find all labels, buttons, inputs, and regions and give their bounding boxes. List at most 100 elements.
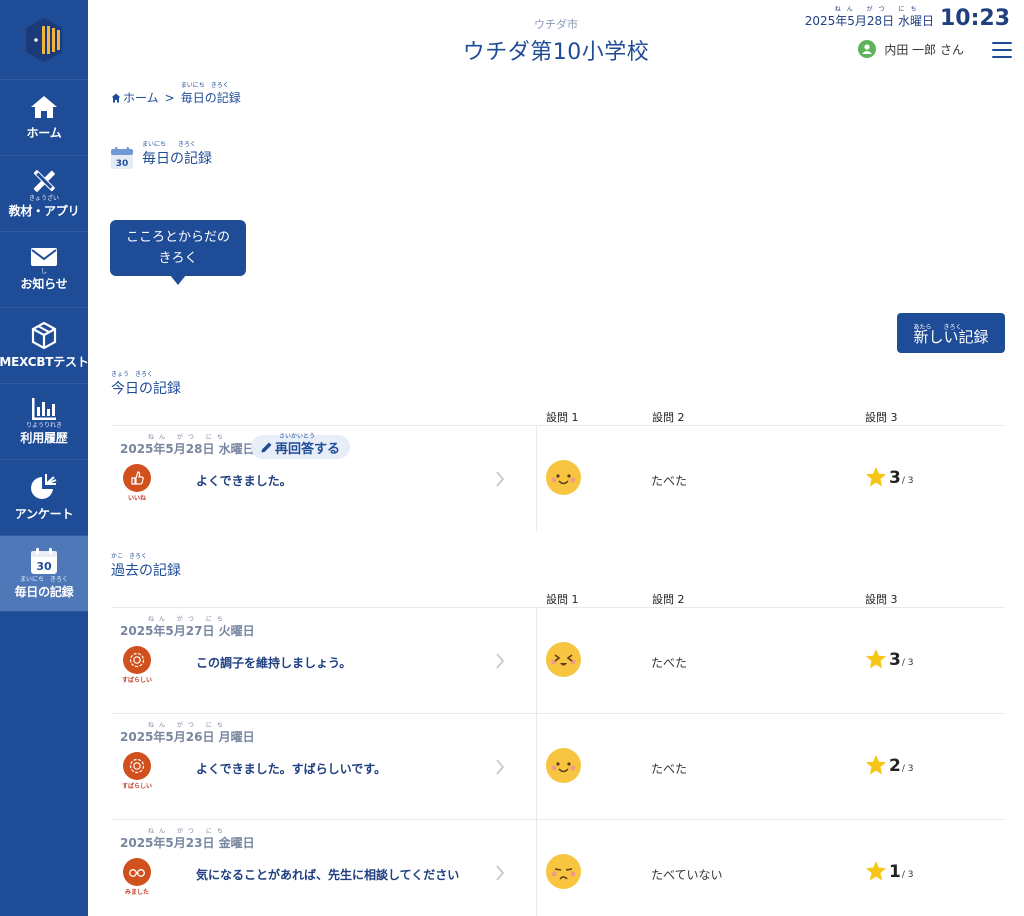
new-record-label-wrap: あたら きろく 新しい記録 <box>913 324 988 347</box>
past-title-label: 過去の記録 <box>111 563 181 579</box>
row-summary: ねん がつ にち 2025年5月28日 水曜日 さいかいとう 再回答する いいね… <box>111 426 537 531</box>
reanswer-button[interactable]: さいかいとう 再回答する <box>251 433 351 459</box>
user-name: 内田 一郎 さん <box>884 42 964 57</box>
stamp-circle <box>123 464 151 492</box>
date-text: 2025年5月28日 水曜日 <box>804 14 934 28</box>
sidebar: ホーム きょうざい 教材・アプリ し お知らせ MEXCBTテスト りようりれき… <box>0 0 89 916</box>
sidebar-item-label: ホーム <box>26 126 62 140</box>
row-date-ruby: ねん がつ にち <box>148 434 228 441</box>
face-happy <box>546 460 581 495</box>
row-date-text: 2025年5月27日 火曜日 <box>120 624 255 638</box>
answer-q2: たべた <box>651 762 688 776</box>
tab-mind-body-record[interactable]: こころとからだの きろく <box>110 220 246 285</box>
page-title: 30 まいにち きろく 毎日の記録 <box>110 141 212 170</box>
today-title-wrap: きょう きろく 今日の記録 <box>111 371 181 398</box>
current-time: 10:23 <box>939 6 1010 31</box>
score-value: 3 <box>889 650 901 670</box>
teacher-comment: よくできました。 <box>196 474 292 488</box>
calendar-icon: 30 <box>111 147 133 169</box>
column-header-q3: 設問 3 <box>865 411 898 424</box>
answer-q3: 3 / 3 <box>865 466 913 488</box>
thumbs-up-icon <box>131 471 144 485</box>
today-title-ruby: きょう きろく <box>111 371 154 378</box>
chevron-right-icon <box>496 471 505 487</box>
flower-icon <box>129 758 145 774</box>
new-record-ruby: あたら きろく <box>913 323 962 331</box>
stamp-circle <box>123 858 151 886</box>
row-summary: ねん がつ にち 2025年5月23日 金曜日 みました 気になることがあれば、… <box>111 820 537 916</box>
breadcrumb: ホーム > まいにち きろく 毎日の記録 <box>111 82 241 106</box>
column-header-q2: 設問 2 <box>652 411 685 424</box>
sidebar-item-materials[interactable]: きょうざい 教材・アプリ <box>0 156 88 232</box>
home-icon <box>111 93 121 102</box>
sidebar-item-label: 利用履歴 <box>20 431 68 445</box>
user-info[interactable]: 内田 一郎 さん <box>858 40 964 58</box>
score-value: 3 <box>889 468 901 488</box>
today-title-label: 今日の記録 <box>111 381 181 397</box>
table-row[interactable]: ねん がつ にち 2025年5月23日 金曜日 みました 気になることがあれば、… <box>111 819 1005 916</box>
score-max: / 3 <box>901 658 914 668</box>
pie-chart-icon <box>31 474 57 499</box>
menu-button[interactable] <box>992 42 1012 63</box>
datetime: ねん がつ にち 2025年5月28日 水曜日 10:23 <box>805 6 1010 31</box>
answer-q3: 1 / 3 <box>865 860 913 882</box>
breadcrumb-current-label: 毎日の記録 <box>180 91 241 105</box>
avatar <box>858 40 877 58</box>
chevron-right-icon <box>496 865 505 881</box>
tab-label-line2: きろく <box>158 251 198 266</box>
breadcrumb-ruby: まいにち きろく <box>180 82 229 89</box>
sidebar-item-notices[interactable]: し お知らせ <box>0 232 88 308</box>
sidebar-item-daily-record[interactable]: 30 まいにち きろく 毎日の記録 <box>0 536 88 612</box>
calendar-icon: 30 <box>31 548 57 574</box>
face-unhappy <box>546 854 581 889</box>
score-max: / 3 <box>901 476 914 486</box>
menu-line <box>992 56 1012 58</box>
answer-q3: 2 / 3 <box>865 754 913 776</box>
row-date-text: 2025年5月26日 月曜日 <box>120 730 255 744</box>
column-header-q1: 設問 1 <box>546 593 579 606</box>
reanswer-label: 再回答する <box>275 441 341 457</box>
new-record-button[interactable]: あたら きろく 新しい記録 <box>897 313 1005 353</box>
stamp-circle <box>123 752 151 780</box>
sidebar-item-label: MEXCBTテスト <box>0 355 89 369</box>
star-icon <box>866 861 886 881</box>
page-title-label-wrap: まいにち きろく 毎日の記録 <box>142 141 212 168</box>
sidebar-item-home[interactable]: ホーム <box>0 80 88 156</box>
score-value: 1 <box>889 862 901 882</box>
row-date-ruby: ねん がつ にち <box>148 616 228 623</box>
home-icon <box>31 96 57 118</box>
stamp: いいね <box>122 464 152 504</box>
breadcrumb-home-link[interactable]: ホーム <box>123 89 159 106</box>
stamp: すばらしい <box>122 752 152 792</box>
row-date: ねん がつ にち 2025年5月23日 金曜日 <box>120 828 255 851</box>
svg-text:30: 30 <box>36 560 52 573</box>
stamp-text: すばらしい <box>122 783 153 790</box>
table-row[interactable]: ねん がつ にち 2025年5月28日 水曜日 さいかいとう 再回答する いいね… <box>111 425 1005 531</box>
row-summary: ねん がつ にち 2025年5月26日 月曜日 すばらしい よくできました。すば… <box>111 714 537 819</box>
face-very-happy <box>546 642 581 677</box>
column-header-q1: 設問 1 <box>546 411 579 424</box>
current-date: ねん がつ にち 2025年5月28日 水曜日 <box>804 6 934 31</box>
past-title-ruby: かこ きろく <box>111 553 148 560</box>
score-max: / 3 <box>901 764 914 774</box>
row-date: ねん がつ にち 2025年5月26日 月曜日 <box>120 722 255 745</box>
table-row[interactable]: ねん がつ にち 2025年5月26日 月曜日 すばらしい よくできました。すば… <box>111 713 1005 819</box>
score-value: 2 <box>889 756 901 776</box>
table-row[interactable]: ねん がつ にち 2025年5月27日 火曜日 すばらしい この調子を維持しまし… <box>111 607 1005 713</box>
sidebar-item-mexcbt[interactable]: MEXCBTテスト <box>0 308 89 384</box>
flower-icon <box>129 652 145 668</box>
sad-face-icon <box>551 868 576 880</box>
menu-line <box>992 42 1012 44</box>
answer-q3: 3 / 3 <box>865 648 913 670</box>
row-date: ねん がつ にち 2025年5月27日 火曜日 <box>120 616 255 639</box>
chevron-right-icon <box>496 653 505 669</box>
sidebar-item-survey[interactable]: アンケート <box>0 460 88 536</box>
row-date-ruby: ねん がつ にち <box>148 828 228 835</box>
stamp: すばらしい <box>122 646 152 686</box>
page-title-label: 毎日の記録 <box>142 151 212 167</box>
mail-icon <box>31 248 57 266</box>
cube-icon <box>31 321 57 349</box>
svg-text:30: 30 <box>116 159 129 169</box>
stamp-text: いいね <box>127 495 146 502</box>
sidebar-item-usage-history[interactable]: りようりれき 利用履歴 <box>0 384 88 460</box>
